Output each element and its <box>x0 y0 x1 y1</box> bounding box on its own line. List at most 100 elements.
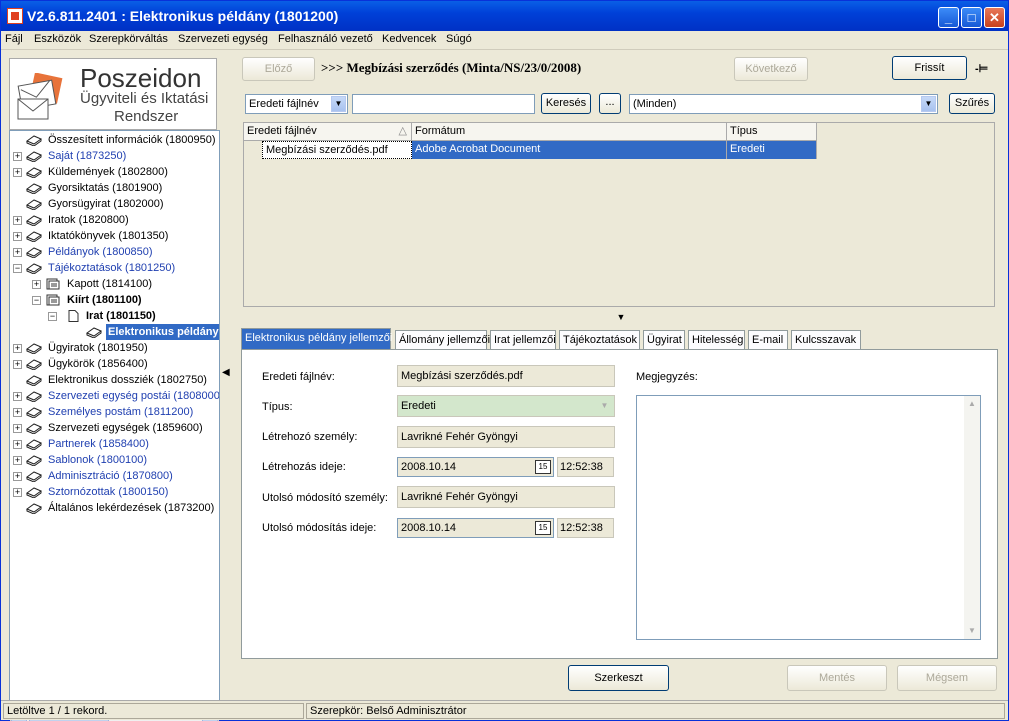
tree-item[interactable]: + Küldemények (1802800) <box>12 164 219 180</box>
tree-item[interactable]: Gyorsügyirat (1802000) <box>12 196 219 212</box>
expand-icon[interactable]: + <box>13 392 22 401</box>
tree-item[interactable]: + Iktatókönyvek (1801350) <box>12 228 219 244</box>
pin-icon[interactable]: -⊨ <box>975 62 988 75</box>
scroll-down-icon[interactable]: ▼ <box>965 624 979 638</box>
split-down-icon[interactable]: ▼ <box>605 313 637 322</box>
tab-keywords[interactable]: Kulcsszavak <box>791 330 861 350</box>
tree-item[interactable]: + Szervezeti egységek (1859600) <box>12 420 219 436</box>
tree-item[interactable]: − Kiírt (1801100) <box>12 292 219 308</box>
menu-org-unit[interactable]: Szervezeti egység <box>178 33 268 45</box>
edit-button[interactable]: Szerkeszt <box>568 665 669 691</box>
chevron-down-icon[interactable]: ▼ <box>331 96 346 112</box>
table-row-cell-filename[interactable]: Megbízási szerződés.pdf <box>262 141 412 159</box>
expand-icon[interactable]: + <box>13 456 22 465</box>
column-header-format[interactable]: Formátum <box>412 123 727 141</box>
tree-item[interactable]: + Adminisztráció (1870800) <box>12 468 219 484</box>
tree-item[interactable]: + Ügyiratok (1801950) <box>12 340 219 356</box>
expand-icon[interactable]: + <box>13 248 22 257</box>
chevron-down-icon[interactable]: ▼ <box>597 398 612 414</box>
tree-item[interactable]: Összesített információk (1800950) <box>12 132 219 148</box>
filename-field[interactable]: Megbízási szerződés.pdf <box>397 365 615 387</box>
prev-button[interactable]: Előző <box>242 57 315 81</box>
scroll-up-icon[interactable]: ▲ <box>965 397 979 411</box>
search-field-select[interactable]: Eredeti fájlnév ▼ <box>245 94 348 114</box>
collapse-left-icon[interactable]: ◀ <box>222 365 230 381</box>
tab-notifications[interactable]: Tájékoztatások <box>559 330 640 350</box>
filter-button[interactable]: Szűrés <box>949 93 995 114</box>
creator-field[interactable]: Lavrikné Fehér Gyöngyi <box>397 426 615 448</box>
search-input[interactable] <box>352 94 535 114</box>
expand-icon[interactable]: + <box>13 488 22 497</box>
notes-scrollbar[interactable]: ▲ ▼ <box>964 396 980 639</box>
tree-item[interactable]: + Saját (1873250) <box>12 148 219 164</box>
expand-icon[interactable]: + <box>13 232 22 241</box>
tab-case-file[interactable]: Ügyirat <box>643 330 685 350</box>
expand-icon[interactable]: + <box>13 440 22 449</box>
tab-document-properties[interactable]: Irat jellemzői <box>490 330 556 350</box>
tree-item[interactable]: + Partnerek (1858400) <box>12 436 219 452</box>
chevron-down-icon[interactable]: ▼ <box>921 96 936 112</box>
tree-item[interactable]: − Tájékoztatások (1801250) <box>12 260 219 276</box>
tree-item[interactable]: Elektronikus dossziék (1802750) <box>12 372 219 388</box>
modified-date-field[interactable]: 2008.10.14 15 <box>397 518 554 538</box>
modifier-field[interactable]: Lavrikné Fehér Gyöngyi <box>397 486 615 508</box>
menu-favorites[interactable]: Kedvencek <box>382 33 436 45</box>
collapse-icon[interactable]: − <box>48 312 57 321</box>
tree-item[interactable]: + Sztornózottak (1800150) <box>12 484 219 500</box>
menu-tools[interactable]: Eszközök <box>34 33 81 45</box>
expand-icon[interactable]: + <box>13 344 22 353</box>
notes-textarea[interactable]: ▲ ▼ <box>636 395 981 640</box>
filter-select[interactable]: (Minden) ▼ <box>629 94 938 114</box>
calendar-icon[interactable]: 15 <box>535 460 551 474</box>
menu-user-lead[interactable]: Felhasználó vezető <box>278 33 373 45</box>
created-time-field[interactable]: 12:52:38 <box>557 457 614 477</box>
expand-icon[interactable]: + <box>13 216 22 225</box>
expand-icon[interactable]: + <box>13 360 22 369</box>
tab-file-properties[interactable]: Állomány jellemzői <box>395 330 490 350</box>
expand-icon[interactable]: + <box>13 152 22 161</box>
tree-item[interactable]: + Sablonok (1800100) <box>12 452 219 468</box>
tree-item[interactable]: Elektronikus példány <box>12 324 219 340</box>
menu-help[interactable]: Súgó <box>446 33 472 45</box>
type-select[interactable]: Eredeti ▼ <box>397 395 615 417</box>
calendar-icon[interactable]: 15 <box>535 521 551 535</box>
modified-time-field[interactable]: 12:52:38 <box>557 518 614 538</box>
search-button[interactable]: Keresés <box>541 93 591 114</box>
pane-splitter[interactable]: ◀ <box>220 52 232 697</box>
created-date-field[interactable]: 2008.10.14 15 <box>397 457 554 477</box>
expand-icon[interactable]: + <box>13 472 22 481</box>
browse-button[interactable]: ... <box>599 93 621 114</box>
tree-item[interactable]: + Személyes postám (1811200) <box>12 404 219 420</box>
collapse-icon[interactable]: − <box>13 264 22 273</box>
next-button[interactable]: Következő <box>734 57 808 81</box>
tab-email[interactable]: E-mail <box>748 330 788 350</box>
collapse-icon[interactable]: − <box>32 296 41 305</box>
tree-item[interactable]: + Kapott (1814100) <box>12 276 219 292</box>
tree-item[interactable]: + Szervezeti egység postái (1808000) <box>12 388 219 404</box>
save-button[interactable]: Mentés <box>787 665 887 691</box>
tree-item[interactable]: Általános lekérdezések (1873200) <box>12 500 219 516</box>
tree-item[interactable]: + Példányok (1800850) <box>12 244 219 260</box>
row-selector[interactable] <box>244 141 262 159</box>
menu-file[interactable]: Fájl <box>5 33 23 45</box>
expand-icon[interactable]: + <box>32 280 41 289</box>
minimize-button[interactable]: _ <box>938 7 959 28</box>
tree-item[interactable]: Gyorsiktatás (1801900) <box>12 180 219 196</box>
close-button[interactable]: ✕ <box>984 7 1005 28</box>
maximize-button[interactable]: □ <box>961 7 982 28</box>
table-row-cell-type[interactable]: Eredeti <box>727 141 817 159</box>
menu-role-switch[interactable]: Szerepkörváltás <box>89 33 168 45</box>
refresh-button[interactable]: Frissít <box>892 56 967 80</box>
tree-item[interactable]: − Irat (1801150) <box>12 308 219 324</box>
table-row-cell-format[interactable]: Adobe Acrobat Document <box>412 141 727 159</box>
cancel-button[interactable]: Mégsem <box>897 665 997 691</box>
tree-item[interactable]: + Ügykörök (1856400) <box>12 356 219 372</box>
tab-electronic-copy[interactable]: Elektronikus példány jellemzői <box>241 328 392 350</box>
expand-icon[interactable]: + <box>13 408 22 417</box>
column-header-type[interactable]: Típus <box>727 123 817 141</box>
expand-icon[interactable]: + <box>13 168 22 177</box>
tab-authenticity[interactable]: Hitelesség <box>688 330 745 350</box>
expand-icon[interactable]: + <box>13 424 22 433</box>
tree-item[interactable]: + Iratok (1820800) <box>12 212 219 228</box>
column-header-filename[interactable]: Eredeti fájlnév △ <box>244 123 412 141</box>
